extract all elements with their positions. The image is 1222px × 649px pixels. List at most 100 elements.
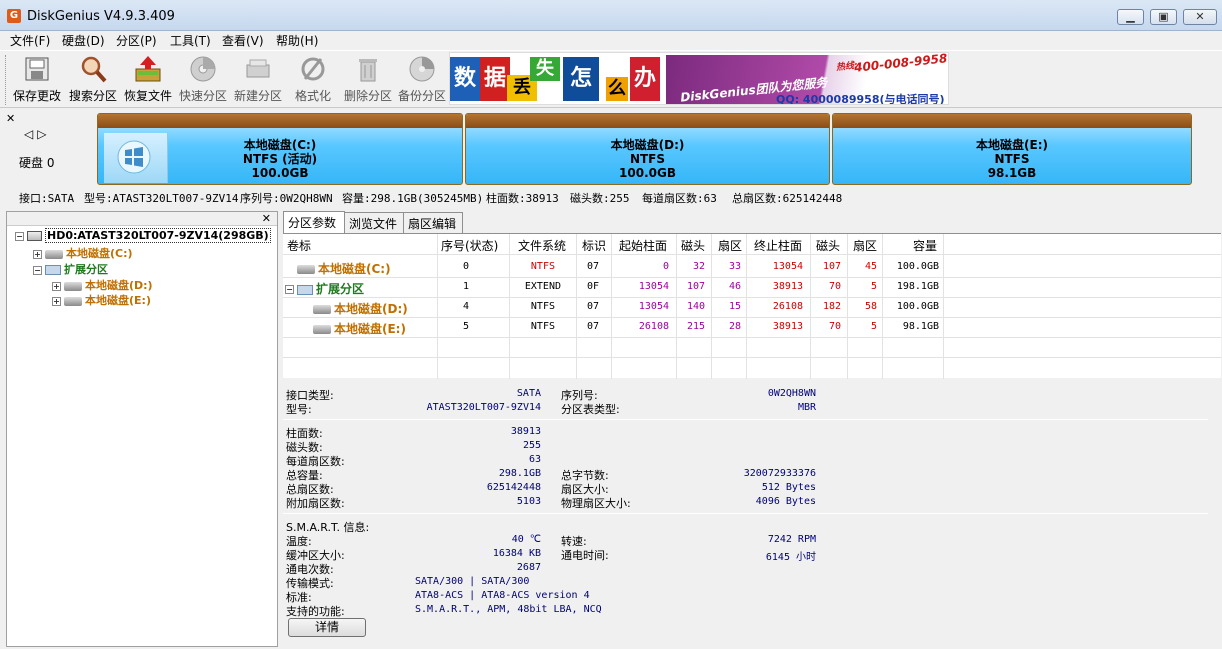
col-header-fs[interactable]: 文件系统 — [518, 237, 566, 254]
col-header-start-cyl[interactable]: 起始柱面 — [619, 237, 667, 254]
detail-value: 298.1GB — [498, 468, 541, 479]
detail-label: 附加扇区数: — [286, 497, 345, 510]
collapse-icon[interactable]: − — [33, 265, 42, 275]
info-interface: 接口:SATA — [19, 192, 75, 205]
partition-fs: NTFS — [629, 152, 666, 166]
menu-partition[interactable]: 分区(P) — [116, 32, 157, 49]
detail-value: 6145 小时 — [765, 552, 816, 563]
partition-size: 100.0GB — [619, 166, 676, 180]
extended-partition-icon — [45, 265, 61, 275]
col-header-start-head[interactable]: 磁头 — [681, 237, 705, 254]
row-id: 0F — [586, 281, 599, 292]
menu-help[interactable]: 帮助(H) — [276, 32, 318, 49]
ad-tile: 么 — [606, 77, 628, 101]
col-header-label[interactable]: 卷标 — [287, 237, 311, 254]
table-row[interactable]: 本地磁盘(D:) 4 NTFS 07 13054 140 15 26108 18… — [283, 297, 1221, 317]
row-end-sec: 5 — [870, 321, 877, 332]
col-header-end-head[interactable]: 磁头 — [816, 237, 840, 254]
app-icon: G — [7, 9, 21, 23]
ad-tile: 办 — [630, 57, 660, 101]
detail-value: 0W2QH8WN — [767, 388, 816, 399]
table-row[interactable]: − 扩展分区 1 EXTEND 0F 13054 107 46 38913 70 … — [283, 277, 1221, 297]
partition-block-c[interactable]: 本地磁盘(C:) NTFS (活动) 100.0GB — [97, 113, 463, 185]
row-start-head: 107 — [686, 281, 705, 292]
info-heads: 磁头数:255 — [570, 192, 630, 205]
partition-icon — [45, 249, 63, 259]
tree-node-e[interactable]: + 本地磁盘(E:) — [52, 292, 151, 308]
tab-browse-files[interactable]: 浏览文件 — [344, 212, 404, 233]
row-size: 198.1GB — [896, 281, 939, 292]
row-start-sec: 33 — [728, 261, 741, 272]
menu-file[interactable]: 文件(F) — [10, 32, 50, 49]
menu-view[interactable]: 查看(V) — [222, 32, 264, 49]
col-header-size[interactable]: 容量 — [913, 237, 937, 254]
minimize-button[interactable]: ▁ — [1117, 9, 1144, 25]
row-index: 0 — [462, 261, 469, 272]
toolbar-label: 搜索分区 — [68, 89, 117, 103]
disk-info-line: 接口:SATA 型号:ATAST320LT007-9ZV14 序列号:0W2QH… — [0, 187, 1222, 207]
row-id: 07 — [586, 301, 599, 312]
detail-label: 物理扇区大小: — [561, 497, 631, 510]
info-total-sectors: 总扇区数:625142448 — [732, 192, 843, 205]
new-partition-icon — [244, 55, 272, 83]
ad-phone: 400-008-9958 — [853, 52, 948, 75]
disk-tree: ✕ − HD0:ATAST320LT007-9ZV14(298GB) + 本地磁盘(… — [6, 211, 278, 647]
collapse-icon[interactable]: − — [15, 231, 24, 241]
recover-files-button[interactable]: 恢复文件 — [120, 55, 176, 105]
row-fs: NTFS — [530, 301, 555, 312]
new-partition-button[interactable]: 新建分区 — [230, 55, 286, 105]
info-model: 型号:ATAST320LT007-9ZV14 — [84, 192, 239, 205]
maximize-button[interactable]: ▣ — [1150, 9, 1177, 25]
tree-node-extended[interactable]: − 扩展分区 — [33, 261, 108, 277]
collapse-icon[interactable]: − — [285, 285, 294, 294]
partition-block-e[interactable]: 本地磁盘(E:) NTFS 98.1GB — [832, 113, 1192, 185]
quick-partition-button[interactable]: 快速分区 — [175, 55, 231, 105]
partition-table: 卷标 序号(状态) 文件系统 标识 起始柱面 磁头 扇区 终止柱面 磁头 扇区 … — [283, 233, 1221, 379]
details-button[interactable]: 详情 — [288, 618, 366, 637]
col-header-start-sec[interactable]: 扇区 — [718, 237, 742, 254]
extended-partition-icon — [297, 284, 313, 295]
close-button[interactable]: ✕ — [1183, 9, 1217, 25]
tree-header: ✕ — [7, 212, 277, 226]
save-changes-button[interactable]: 保存更改 — [9, 55, 65, 105]
expand-icon[interactable]: + — [33, 249, 42, 259]
tab-partition-params[interactable]: 分区参数 — [283, 211, 345, 233]
tree-node-c[interactable]: + 本地磁盘(C:) — [33, 245, 133, 261]
backup-partition-button[interactable]: 备份分区 — [394, 55, 450, 105]
menu-tools[interactable]: 工具(T) — [170, 32, 211, 49]
row-index: 4 — [462, 301, 469, 312]
toolbar-label: 快速分区 — [178, 89, 227, 103]
menu-disk[interactable]: 硬盘(D) — [62, 32, 105, 49]
disk-nav-arrows-icon[interactable]: ◁▷ — [24, 127, 50, 141]
table-row[interactable]: 本地磁盘(C:) 0 NTFS 07 0 32 33 13054 107 45 … — [283, 257, 1221, 277]
tree-disk-node[interactable]: − HD0:ATAST320LT007-9ZV14(298GB) — [15, 228, 271, 243]
row-end-cyl: 38913 — [772, 321, 803, 332]
expand-icon[interactable]: + — [52, 296, 61, 306]
col-header-end-cyl[interactable]: 终止柱面 — [754, 237, 802, 254]
detail-value: S.M.A.R.T., APM, 48bit LBA, NCQ — [415, 604, 602, 615]
search-partition-button[interactable]: 搜索分区 — [65, 55, 121, 105]
row-start-cyl: 0 — [662, 261, 669, 272]
detail-value: SATA — [516, 388, 541, 399]
ad-tile: 数 — [450, 57, 480, 101]
format-button[interactable]: 格式化 — [285, 55, 341, 105]
expand-icon[interactable]: + — [52, 281, 61, 291]
close-disk-map-icon[interactable]: ✕ — [6, 112, 15, 125]
row-end-cyl: 26108 — [772, 301, 803, 312]
delete-partition-button[interactable]: 删除分区 — [340, 55, 396, 105]
row-size: 100.0GB — [896, 301, 939, 312]
tree-node-d[interactable]: + 本地磁盘(D:) — [52, 277, 153, 293]
ad-banner[interactable]: 数 据 丢 失 怎 么 办 DiskGenius团队为您服务 热线: 400-0… — [449, 52, 949, 105]
close-tree-icon[interactable]: ✕ — [262, 212, 271, 225]
partition-block-d[interactable]: 本地磁盘(D:) NTFS 100.0GB — [465, 113, 830, 185]
table-row[interactable]: 本地磁盘(E:) 5 NTFS 07 26108 215 28 38913 70… — [283, 317, 1221, 337]
col-header-end-sec[interactable]: 扇区 — [853, 237, 877, 254]
partition-fs: NTFS — [994, 152, 1030, 166]
delete-partition-icon — [354, 55, 382, 83]
col-header-id[interactable]: 标识 — [582, 237, 606, 254]
col-header-index[interactable]: 序号(状态) — [441, 237, 498, 254]
row-end-head: 70 — [828, 281, 841, 292]
detail-label: 支持的功能: — [286, 605, 345, 618]
toolbar-grip[interactable] — [5, 55, 8, 105]
tab-sector-edit[interactable]: 扇区编辑 — [403, 212, 463, 233]
